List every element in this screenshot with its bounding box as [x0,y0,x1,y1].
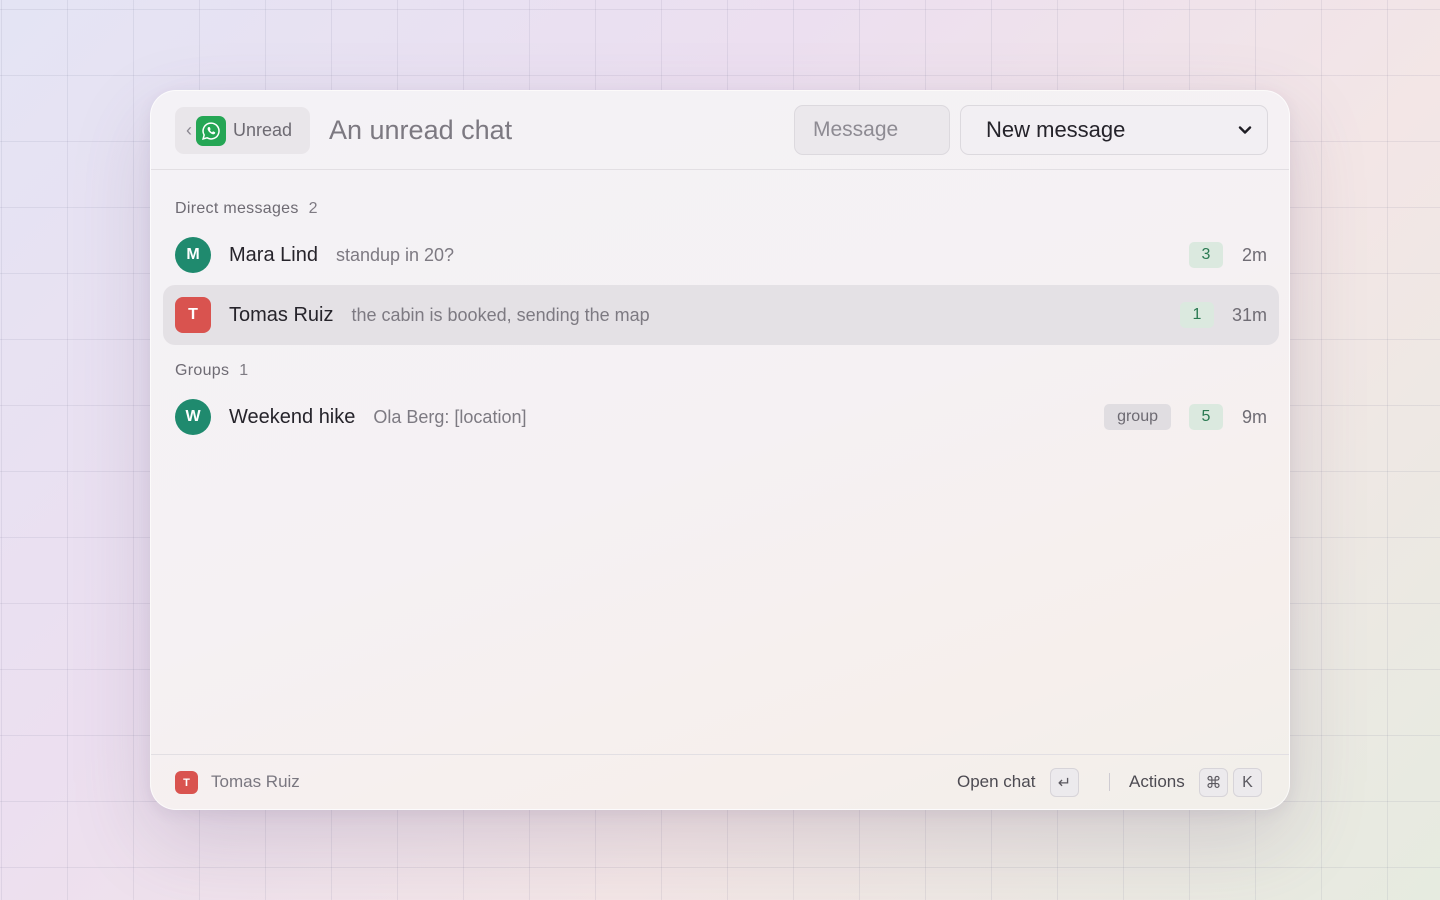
unread-count-badge: 3 [1189,242,1223,268]
avatar: T [175,297,211,333]
enter-key-icon: ↵ [1050,768,1079,797]
chat-name: Mara Lind [229,243,318,266]
chat-preview: the cabin is booked, sending the map [351,304,650,325]
chat-row-weekend-hike[interactable]: W Weekend hike Ola Berg: [location] grou… [163,387,1279,447]
section-header-groups: Groups 1 [175,362,248,380]
chat-name: Tomas Ruiz [229,303,334,326]
open-chat-action[interactable]: Open chat [957,772,1035,792]
k-key-icon: K [1233,768,1262,797]
chat-time: 31m [1231,304,1267,325]
chat-meta: 1 31m [1179,302,1267,328]
chat-time: 9m [1241,406,1267,427]
chat-row-tomas-ruiz[interactable]: T Tomas Ruiz the cabin is booked, sendin… [163,285,1279,345]
actions-button[interactable]: Actions [1129,772,1185,792]
action-dropdown-value: New message [986,117,1126,142]
chevron-left-icon: ‹ [186,120,192,140]
unread-count-badge: 5 [1189,404,1223,430]
section-label: Groups [175,362,230,379]
avatar: M [175,237,211,273]
section-label: Direct messages [175,200,299,217]
section-header-direct: Direct messages 2 [175,200,318,218]
launcher-window: ‹ Unread An unread chat New message Dire… [150,90,1290,810]
chat-preview: standup in 20? [335,244,455,265]
command-key-icon: ⌘ [1199,768,1228,797]
chat-meta: 3 2m [1189,242,1267,268]
chat-row-mara-lind[interactable]: M Mara Lind standup in 20? 3 2m [163,225,1279,285]
back-label: Unread [233,120,293,140]
chat-preview: Ola Berg: [location] [373,406,527,427]
group-tag: group [1104,404,1171,430]
header-bar: ‹ Unread An unread chat New message [151,91,1289,170]
message-input[interactable] [794,105,950,155]
footer-divider [1109,773,1110,791]
action-dropdown[interactable]: New message [960,105,1268,155]
whatsapp-icon [196,115,226,146]
selected-avatar: T [175,771,198,794]
section-count: 2 [308,200,318,217]
avatar: W [175,399,211,435]
chat-text: Tomas Ruiz the cabin is booked, sending … [229,304,650,327]
footer-bar: T Tomas Ruiz Open chat ↵ Actions ⌘ K [151,754,1289,809]
selected-chat-name: Tomas Ruiz [211,772,300,791]
chat-meta: group 5 9m [1104,404,1267,430]
section-count: 1 [239,362,249,379]
unread-count-badge: 1 [1179,302,1214,328]
back-button[interactable]: ‹ Unread [175,107,310,154]
chat-name: Weekend hike [229,405,356,428]
chat-text: Weekend hike Ola Berg: [location] [229,406,526,429]
chat-time: 2m [1241,244,1267,265]
chat-text: Mara Lind standup in 20? [229,244,454,267]
page-title: An unread chat [329,115,513,145]
chevron-down-icon [1237,121,1253,144]
